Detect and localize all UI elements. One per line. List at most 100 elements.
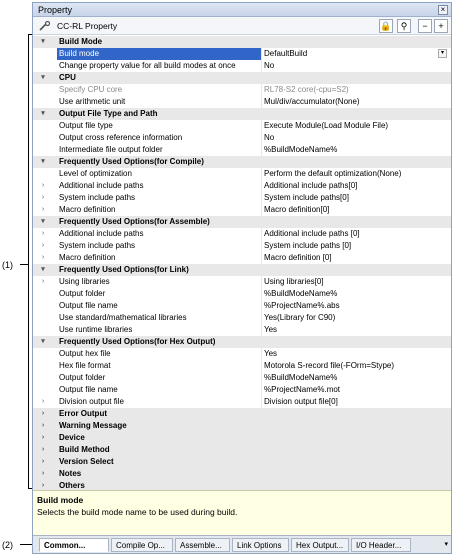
tab-4[interactable]: Hex Output... [291,538,349,552]
property-row[interactable]: Level of optimization Perform the default… [33,168,451,180]
property-value[interactable]: System include paths[0] [264,192,349,204]
expand-all-button[interactable]: + [434,19,448,33]
tab-3[interactable]: Link Options [232,538,289,552]
category-row[interactable]: ▾ CPU [33,72,451,84]
expand-chevron-icon[interactable]: › [38,432,48,444]
property-value[interactable]: No [264,132,274,144]
property-value[interactable]: %ProjectName%.mot [264,384,340,396]
expand-chevron-icon[interactable]: › [38,276,48,288]
category-row[interactable]: ▾ Build Mode [33,36,451,48]
property-row[interactable]: Hex file format Motorola S-record file(-F… [33,360,451,372]
property-value[interactable]: Division output file[0] [264,396,338,408]
tab-5[interactable]: I/O Header... [351,538,411,552]
property-value[interactable]: Yes [264,324,277,336]
property-value[interactable]: %BuildModeName% [264,288,337,300]
tab-list-menu-icon[interactable]: ▾ [444,540,448,548]
property-row[interactable]: › Using libraries Using libraries[0] [33,276,451,288]
category-row[interactable]: › Notes [33,468,451,480]
search-icon[interactable]: ⚲ [397,19,411,33]
category-row[interactable]: ▾ Frequently Used Options(for Compile) [33,156,451,168]
property-row[interactable]: › Division output file Division output fil… [33,396,451,408]
callout-1-leader [20,264,28,265]
collapse-chevron-icon[interactable]: ▾ [38,156,48,168]
property-value[interactable]: Mul/div/accumulator(None) [264,96,360,108]
collapse-all-button[interactable]: − [418,19,432,33]
property-row[interactable]: Output folder %BuildModeName% [33,288,451,300]
property-row[interactable]: › Macro definition Macro definition[0] [33,204,451,216]
expand-chevron-icon[interactable]: › [38,444,48,456]
property-row[interactable]: › Additional include paths Additional incl… [33,228,451,240]
property-value[interactable]: Yes [264,348,277,360]
collapse-chevron-icon[interactable]: ▾ [38,216,48,228]
dropdown-arrow-icon[interactable]: ▾ [438,49,447,58]
close-icon[interactable]: × [438,5,448,15]
property-row[interactable]: › System include paths System include path… [33,192,451,204]
category-row[interactable]: › Error Output [33,408,451,420]
category-row[interactable]: › Warning Message [33,420,451,432]
property-value[interactable]: No [264,60,274,72]
expand-chevron-icon[interactable]: › [38,180,48,192]
category-row[interactable]: › Others [33,480,451,490]
property-value[interactable]: Perform the default optimization(None) [264,168,401,180]
property-value[interactable]: Execute Module(Load Module File) [264,120,388,132]
property-row[interactable]: Output hex file Yes [33,348,451,360]
expand-chevron-icon[interactable]: › [38,228,48,240]
property-value[interactable]: System include paths [0] [264,240,351,252]
category-row[interactable]: ▾ Output File Type and Path [33,108,451,120]
property-row[interactable]: Build mode DefaultBuild ▾ [33,48,451,60]
property-row[interactable]: Output file name %ProjectName%.abs [33,300,451,312]
tab-0[interactable]: Common... [39,538,109,552]
expand-chevron-icon[interactable]: › [38,408,48,420]
expand-chevron-icon[interactable]: › [38,240,48,252]
property-row[interactable]: › System include paths System include path… [33,240,451,252]
property-value[interactable]: Macro definition [0] [264,252,332,264]
property-row[interactable]: Use arithmetic unit Mul/div/accumulator(N… [33,96,451,108]
property-row[interactable]: Output file name %ProjectName%.mot [33,384,451,396]
panel-titlebar[interactable]: Property × [33,3,451,17]
category-row[interactable]: › Device [33,432,451,444]
category-row[interactable]: ▾ Frequently Used Options(for Hex Output) [33,336,451,348]
property-row[interactable]: Output file type Execute Module(Load Modu… [33,120,451,132]
property-value[interactable]: Additional include paths [0] [264,228,360,240]
expand-chevron-icon[interactable]: › [38,396,48,408]
property-row[interactable]: › Additional include paths Additional incl… [33,180,451,192]
expand-chevron-icon[interactable]: › [38,192,48,204]
lock-icon[interactable]: 🔒 [379,19,393,33]
property-value[interactable]: Macro definition[0] [264,204,329,216]
tab-1[interactable]: Compile Op... [111,538,173,552]
expand-chevron-icon[interactable]: › [38,468,48,480]
property-value[interactable]: Additional include paths[0] [264,180,357,192]
property-row[interactable]: Intermediate file output folder %BuildMod… [33,144,451,156]
tab-2[interactable]: Assemble... [175,538,230,552]
expand-chevron-icon[interactable]: › [38,420,48,432]
collapse-chevron-icon[interactable]: ▾ [38,264,48,276]
property-row[interactable]: Use standard/mathematical libraries Yes(L… [33,312,451,324]
expand-chevron-icon[interactable]: › [38,252,48,264]
collapse-chevron-icon[interactable]: ▾ [38,336,48,348]
property-row[interactable]: › Macro definition Macro definition [0] [33,252,451,264]
property-value[interactable]: Motorola S-record file(-FOrm=Stype) [264,360,394,372]
expand-chevron-icon[interactable]: › [38,204,48,216]
property-row[interactable]: Use runtime libraries Yes [33,324,451,336]
category-row[interactable]: › Version Select [33,456,451,468]
property-row[interactable]: Specify CPU core RL78-S2 core(-cpu=S2) [33,84,451,96]
property-value[interactable]: %BuildModeName% [264,144,337,156]
expand-chevron-icon[interactable]: › [38,480,48,490]
property-value[interactable]: %ProjectName%.abs [264,300,340,312]
property-row[interactable]: Output folder %BuildModeName% [33,372,451,384]
collapse-chevron-icon[interactable]: ▾ [38,36,48,48]
category-row[interactable]: ▾ Frequently Used Options(for Link) [33,264,451,276]
collapse-chevron-icon[interactable]: ▾ [38,72,48,84]
column-divider [261,60,262,72]
property-value[interactable]: RL78-S2 core(-cpu=S2) [264,84,349,96]
property-row[interactable]: Change property value for all build mode… [33,60,451,72]
property-value[interactable]: Yes(Library for C90) [264,312,335,324]
property-value[interactable]: DefaultBuild [264,48,307,60]
property-value[interactable]: Using libraries[0] [264,276,324,288]
category-row[interactable]: ▾ Frequently Used Options(for Assemble) [33,216,451,228]
category-row[interactable]: › Build Method [33,444,451,456]
property-row[interactable]: Output cross reference information No [33,132,451,144]
expand-chevron-icon[interactable]: › [38,456,48,468]
collapse-chevron-icon[interactable]: ▾ [38,108,48,120]
property-value[interactable]: %BuildModeName% [264,372,337,384]
